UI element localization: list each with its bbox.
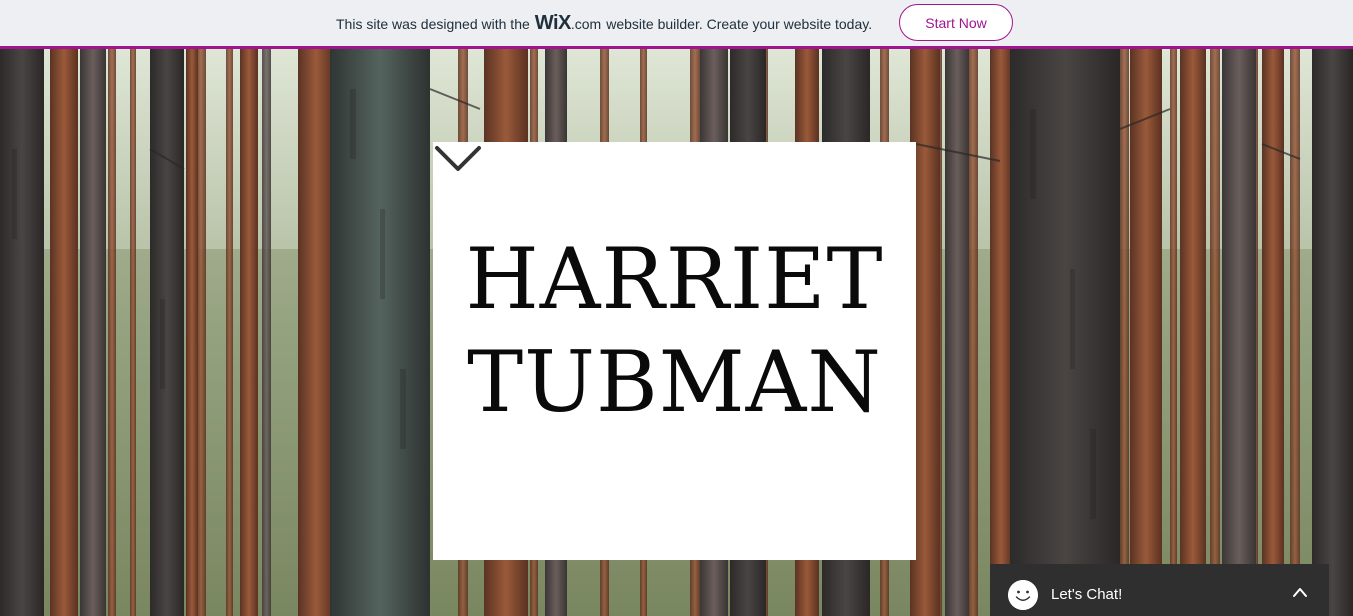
wix-logo-suffix: .com: [570, 16, 602, 32]
hero-title-line-1: HARRIET: [465, 230, 884, 328]
banner-message: This site was designed with the WiX .com …: [336, 13, 872, 33]
wix-logo-text: WiX: [534, 12, 572, 34]
smiley-icon: [1008, 580, 1038, 610]
hero-title-line-2: TUBMAN: [467, 333, 882, 431]
wix-promo-banner: This site was designed with the WiX .com …: [0, 0, 1353, 49]
wix-logo[interactable]: WiX .com: [535, 13, 601, 33]
banner-text-after: website builder. Create your website tod…: [606, 16, 873, 32]
chevron-down-icon[interactable]: [433, 142, 483, 176]
chat-widget[interactable]: Let's Chat!: [990, 564, 1329, 616]
chevron-up-icon[interactable]: [1292, 586, 1308, 598]
banner-text-before: This site was designed with the: [336, 16, 530, 32]
title-card: HARRIET TUBMAN: [433, 142, 916, 560]
hero-background-image: HARRIET TUBMAN: [0, 49, 1353, 616]
chat-label: Let's Chat!: [1051, 586, 1123, 603]
page: This site was designed with the WiX .com …: [0, 0, 1353, 616]
start-now-button[interactable]: Start Now: [899, 4, 1013, 41]
